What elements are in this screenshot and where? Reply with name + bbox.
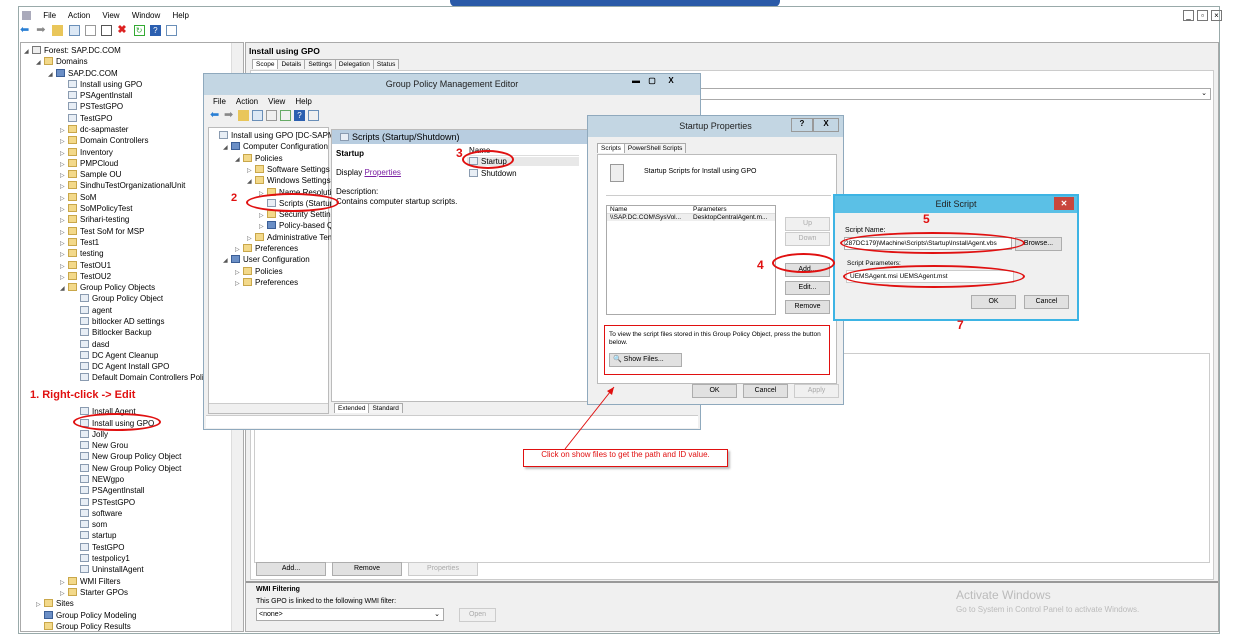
callout-arrow: [564, 386, 615, 450]
callout-box: Click on show files to get the path and …: [523, 449, 728, 467]
